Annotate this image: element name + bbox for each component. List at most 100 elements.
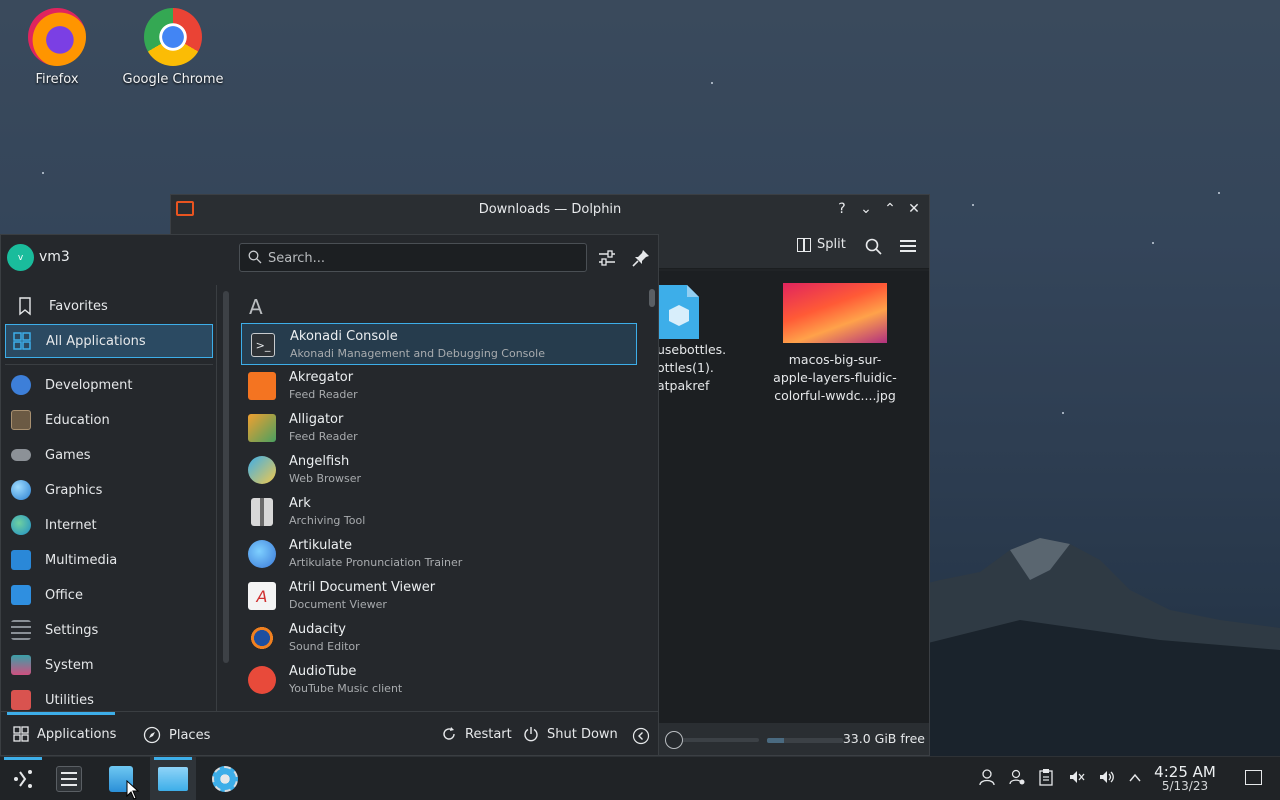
list-item[interactable]: AudioTube YouTube Music client [241,659,637,701]
firefox-icon [28,8,86,66]
package-icon [659,285,699,339]
microphone-muted-icon[interactable] [1068,768,1086,786]
star [1062,412,1064,414]
restart-icon [443,727,455,740]
user-icon[interactable] [978,768,996,786]
pin-icon[interactable] [631,248,651,268]
sidebar-item-utilities[interactable]: Utilities [5,683,213,711]
maximize-button[interactable]: ⌃ [879,198,901,220]
restart-button[interactable]: Restart [441,726,512,742]
tab-places[interactable]: Places [143,726,210,744]
active-tab-indicator [7,712,115,715]
list-item[interactable]: Artikulate Artikulate Pronunciation Trai… [241,533,637,575]
zoom-slider[interactable] [665,731,759,749]
volume-icon[interactable] [1098,768,1116,786]
application-launcher: v vm3 Favorites [0,234,659,756]
chevron-up-icon[interactable] [1128,771,1142,785]
archive-icon [251,498,273,526]
list-item[interactable]: >_ Akonadi Console Akonadi Management an… [241,323,637,365]
sidebar-item-games[interactable]: Games [5,438,213,472]
window-titlebar[interactable]: Downloads — Dolphin ? ⌄ ⌃ ✕ [171,195,929,223]
desktop-icon-firefox[interactable]: Firefox [2,0,112,87]
kde-logo-icon [14,770,32,788]
sidebar-item-label: Favorites [49,298,108,314]
desktop-icon-chrome[interactable]: Google Chrome [118,0,228,87]
app-description: YouTube Music client [289,682,403,695]
launcher-header: v vm3 [1,235,658,285]
launcher-button[interactable] [0,757,46,800]
list-item[interactable]: Angelfish Web Browser [241,449,637,491]
star [1152,242,1154,244]
search-icon[interactable] [865,238,883,256]
sidebar-item-office[interactable]: Office [5,578,213,612]
sidebar-item-all-applications[interactable]: All Applications [5,324,213,358]
chevron-left-icon[interactable] [632,727,650,745]
sidebar-item-education[interactable]: Education [5,403,213,437]
bookmark-icon [19,297,31,316]
desktop-icon-label: Firefox [35,72,79,87]
artikulate-icon [248,540,276,568]
search-input[interactable] [268,248,568,268]
sidebar-item-internet[interactable]: Internet [5,508,213,542]
taskbar-browser[interactable] [202,757,248,800]
taskbar-dolphin[interactable] [150,757,196,800]
search-field[interactable] [239,243,587,272]
help-button[interactable]: ? [831,198,853,220]
desktop-icon-label: Google Chrome [122,72,224,87]
document-viewer-icon: A [248,582,276,610]
file-name-line: usebottles. [657,342,727,357]
clipboard-icon[interactable] [1038,768,1054,786]
configure-icon[interactable] [597,248,617,268]
file-item[interactable]: usebottles. ottles(1). atpakref [657,283,729,395]
chrome-icon [144,8,202,66]
clock[interactable]: 4:25 AM 5/13/23 [1152,763,1218,793]
user-switch-icon[interactable] [1008,768,1026,786]
file-name-line: macos-big-sur- [788,352,882,367]
app-list-scrollbar[interactable] [649,289,655,307]
show-desktop-button[interactable] [1245,770,1262,785]
sidebar-item-graphics[interactable]: Graphics [5,473,213,507]
sidebar-item-favorites[interactable]: Favorites [5,289,213,323]
search-icon [248,250,262,264]
app-name: Angelfish [289,454,350,469]
sidebar-item-settings[interactable]: Settings [5,613,213,647]
sidebar-item-label: Office [45,587,83,603]
sidebar-item-development[interactable]: Development [5,368,213,402]
mountain-wallpaper [900,538,1280,760]
close-button[interactable]: ✕ [903,198,925,220]
zoom-slider-handle[interactable] [665,731,683,749]
list-item[interactable]: Audacity Sound Editor [241,617,637,659]
taskbar-system-settings[interactable] [46,757,92,800]
app-description: Web Browser [289,472,362,485]
sidebar-item-label: Settings [45,622,99,638]
minimize-button[interactable]: ⌄ [855,198,877,220]
divider [5,364,213,365]
menu-icon[interactable] [900,240,916,252]
sidebar-scrollbar[interactable] [223,291,229,663]
list-item[interactable]: Akregator Feed Reader [241,365,637,407]
list-item[interactable]: Ark Archiving Tool [241,491,637,533]
split-button[interactable]: Split [797,237,846,252]
compass-icon [143,726,161,744]
file-name-line: ottles(1). [657,360,714,375]
tab-applications[interactable]: Applications [13,726,116,742]
file-name-line: apple-layers-fluidic- [773,370,897,385]
tab-label: Applications [37,726,117,742]
list-item[interactable]: A Atril Document Viewer Document Viewer [241,575,637,617]
avatar[interactable]: v [7,244,34,271]
angelfish-icon [248,456,276,484]
sidebar-item-multimedia[interactable]: Multimedia [5,543,213,577]
file-item[interactable]: macos-big-sur- apple-layers-fluidic- col… [767,283,903,405]
sidebar-item-label: Internet [45,517,97,533]
star [711,82,713,84]
star [1218,192,1220,194]
list-item[interactable]: Alligator Feed Reader [241,407,637,449]
app-name: Artikulate [289,538,352,553]
settings-icon [11,620,31,640]
headphones-icon [248,624,276,652]
shutdown-button[interactable]: Shut Down [523,726,618,742]
free-space-label: 33.0 GiB free [842,731,925,746]
sidebar-item-system[interactable]: System [5,648,213,682]
system-icon [11,655,31,675]
sidebar-item-label: Multimedia [45,552,118,568]
